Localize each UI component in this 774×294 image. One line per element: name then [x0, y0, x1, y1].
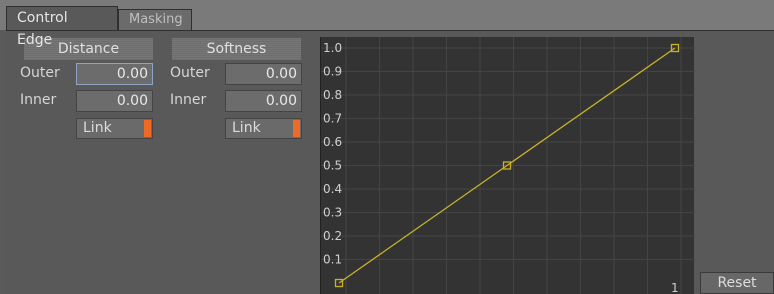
softness-link-label: Link: [232, 120, 261, 136]
tab-bar: Control Edge Masking: [0, 0, 774, 48]
y-tick-label: 1.0: [323, 41, 342, 55]
y-tick-label: 0.9: [323, 65, 342, 79]
y-tick-label: 0.7: [323, 112, 342, 126]
y-tick-label: 0.3: [323, 206, 342, 220]
distance-outer-label: Outer: [20, 65, 60, 81]
y-tick-label: 0.1: [323, 253, 342, 267]
distance-inner-field[interactable]: 0.00: [76, 90, 153, 112]
y-tick-label: 0.2: [323, 229, 342, 243]
link-indicator-icon: [144, 120, 151, 137]
y-tick-label: 0.5: [323, 159, 342, 173]
distance-link-label: Link: [83, 120, 112, 136]
y-tick-label: 0.4: [323, 182, 342, 196]
x-end-label: 1: [671, 281, 679, 294]
tab-masking[interactable]: Masking: [118, 9, 192, 30]
tab-control-edge[interactable]: Control Edge: [6, 6, 118, 48]
curve-canvas[interactable]: 1.0 0.9 0.8 0.7 0.6 0.5 0.4 0.3 0.2 0.1 1: [321, 37, 695, 294]
y-tick-label: 0.8: [323, 88, 342, 102]
link-indicator-icon: [293, 120, 300, 137]
reset-button[interactable]: Reset: [700, 272, 774, 294]
distance-inner-label: Inner: [20, 92, 57, 108]
softness-outer-field[interactable]: 0.00: [225, 63, 302, 85]
y-tick-label: 0.6: [323, 135, 342, 149]
softness-link-toggle[interactable]: Link: [225, 118, 302, 139]
distance-link-toggle[interactable]: Link: [76, 118, 153, 139]
distance-outer-field[interactable]: 0.00: [76, 63, 153, 85]
softness-outer-label: Outer: [170, 65, 210, 81]
edge-curve-graph[interactable]: 1.0 0.9 0.8 0.7 0.6 0.5 0.4 0.3 0.2 0.1 1: [320, 37, 695, 294]
softness-header: Softness: [172, 38, 301, 60]
softness-inner-label: Inner: [170, 92, 207, 108]
softness-inner-field[interactable]: 0.00: [225, 90, 302, 112]
